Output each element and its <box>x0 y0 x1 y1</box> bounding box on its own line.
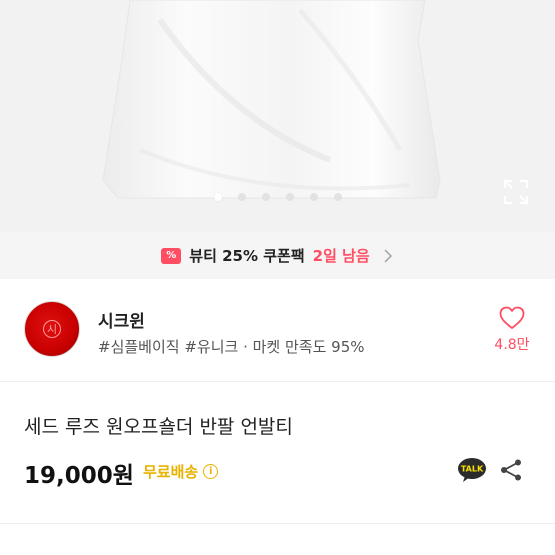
share-icon[interactable] <box>499 458 523 482</box>
carousel-dot[interactable] <box>309 193 318 201</box>
coupon-text: 뷰티 25% 쿠폰팩 <box>189 247 305 265</box>
heart-icon[interactable] <box>499 306 525 330</box>
info-icon[interactable]: i <box>203 464 219 479</box>
shipping-badge[interactable]: 무료배송 i <box>143 461 219 482</box>
shop-avatar[interactable]: 시 <box>24 301 80 357</box>
talk-label: TALK <box>461 465 484 474</box>
carousel-dots <box>0 193 555 201</box>
carousel-dot[interactable] <box>285 193 294 201</box>
product-image-carousel[interactable] <box>0 0 555 232</box>
coupon-icon: % <box>161 247 182 264</box>
carousel-dot[interactable] <box>333 193 342 201</box>
shop-info[interactable]: 시 시크윈 #심플베이직 #유니크 · 마켓 만족도 95% 4.8만 <box>0 279 555 382</box>
shop-name[interactable]: 시크윈 <box>98 307 145 332</box>
shop-logo-mark: 시 <box>43 320 61 338</box>
carousel-dot[interactable] <box>261 193 270 201</box>
expand-icon[interactable] <box>503 179 529 205</box>
talk-chat-icon[interactable]: TALK <box>457 457 487 483</box>
chevron-right-icon <box>384 248 392 263</box>
coupon-days-left: 2일 남음 <box>312 247 370 265</box>
section-divider <box>0 523 555 524</box>
shop-tags: #심플베이직 #유니크 · 마켓 만족도 95% <box>98 338 365 356</box>
carousel-dot[interactable] <box>213 193 222 201</box>
coupon-banner[interactable]: % 뷰티 25% 쿠폰팩 2일 남음 <box>0 232 555 279</box>
carousel-dot[interactable] <box>237 193 246 201</box>
product-title: 세드 루즈 원오프숄더 반팔 언발티 <box>24 416 293 438</box>
shipping-label: 무료배송 <box>143 463 199 481</box>
product-price: 19,000원 <box>24 463 134 489</box>
likes-count: 4.8만 <box>494 337 530 353</box>
